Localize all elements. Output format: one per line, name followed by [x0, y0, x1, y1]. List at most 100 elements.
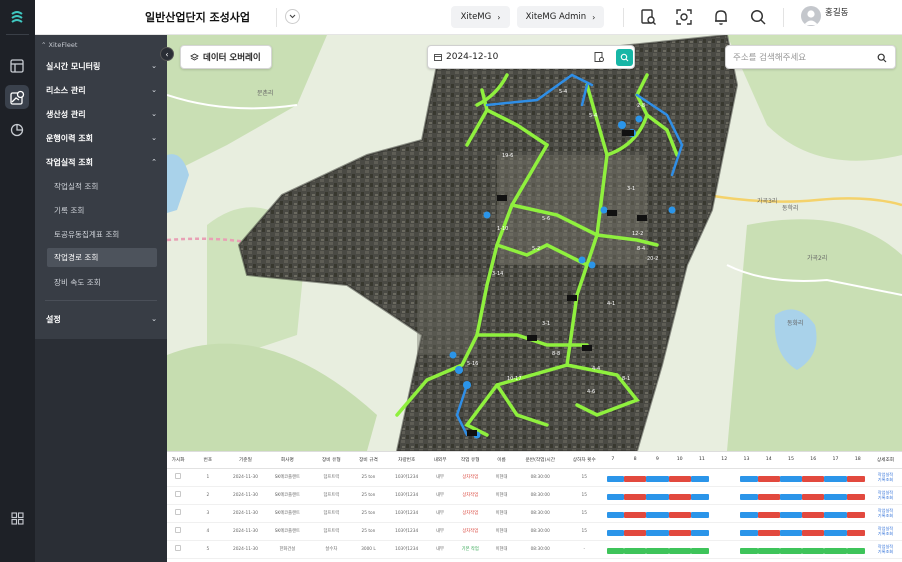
scan-icon[interactable]	[675, 8, 693, 26]
place-label: 동학리	[782, 204, 799, 212]
submenu-label: 기록 조회	[54, 205, 85, 215]
column-header[interactable]: 운반(작업)시간	[513, 452, 567, 469]
project-dropdown-button[interactable]	[285, 9, 300, 24]
timeline-segment	[646, 511, 669, 518]
sidebar-collapse-button[interactable]: ‹	[160, 47, 174, 61]
timeline-cell	[601, 504, 625, 523]
route-label: 5-16	[467, 361, 478, 367]
date-search-button[interactable]	[616, 49, 633, 66]
map-route-icon[interactable]	[5, 85, 29, 109]
sidebar-item-history[interactable]: 운행이력 조회 ⌄	[35, 126, 167, 150]
column-header[interactable]: 장비 규격	[352, 452, 385, 469]
search-icon[interactable]	[877, 53, 887, 63]
column-header: 상세조회	[868, 452, 902, 469]
table-cell-spec: 25 ton	[352, 468, 385, 487]
timeline-cell	[824, 504, 847, 523]
column-header[interactable]: 이름	[489, 452, 514, 469]
sidebar-item-productivity[interactable]: 생산성 관리 ⌄	[35, 102, 167, 126]
detail-link[interactable]: 기록조회	[869, 513, 902, 518]
divider	[45, 300, 157, 301]
table-cell-work: 상차작업	[451, 522, 490, 541]
table-cell-company: SK에코플랜트	[264, 468, 311, 487]
timeline-cell	[713, 486, 736, 505]
column-header[interactable]: 번호	[189, 452, 227, 469]
timeline-cell	[824, 486, 847, 505]
sidebar-item-performance[interactable]: 작업실적 조회 ⌃	[35, 150, 167, 174]
map-view[interactable]: 문촌리 가곡3리 동학리 가곡2리 동화리 5-4 2-8 19-6 1-10 …	[167, 35, 902, 451]
visibility-checkbox[interactable]	[175, 491, 182, 497]
table-row[interactable]: 3 2024-11-30 SK에코플랜트 덤프트럭 25 ton 103아1234 내부 상차…	[167, 504, 902, 523]
xitemg-button[interactable]: XiteMG ›	[451, 6, 510, 28]
pie-chart-icon[interactable]	[5, 118, 29, 142]
table-cell-no: 2	[189, 486, 227, 505]
table-cell-date: 2024-11-30	[226, 504, 265, 523]
bell-icon[interactable]	[712, 8, 730, 26]
visibility-checkbox[interactable]	[175, 473, 182, 479]
search-icon	[620, 53, 629, 62]
report-search-icon[interactable]	[593, 51, 606, 64]
place-label: 동화리	[787, 319, 804, 327]
visible-cell	[167, 468, 190, 487]
divider	[783, 8, 784, 27]
visibility-checkbox[interactable]	[175, 509, 182, 515]
detail-link[interactable]: 기록조회	[869, 477, 902, 482]
route-label: 1-10	[497, 226, 508, 232]
timeline-cell	[824, 540, 847, 559]
table-row[interactable]: 1 2024-11-30 SK에코플랜트 덤프트럭 25 ton 103아1234 내부 상차…	[167, 468, 902, 487]
sidebar-item-resources[interactable]: 리소스 관리 ⌄	[35, 78, 167, 102]
visibility-checkbox[interactable]	[175, 527, 182, 533]
chevron-down-icon: ⌄	[151, 62, 157, 70]
user-name[interactable]: 홍길동	[825, 6, 848, 18]
table-cell-no: 3	[189, 504, 227, 523]
column-header[interactable]: 장비 유형	[310, 452, 353, 469]
hour-header: 12	[713, 452, 736, 469]
timeline-segment	[740, 493, 758, 500]
breadcrumb: ⌃ XiteFleet	[41, 41, 78, 49]
timeline-cell	[624, 504, 647, 523]
visibility-checkbox[interactable]	[175, 545, 182, 551]
divider	[623, 8, 624, 27]
table-cell-date: 2024-11-30	[226, 468, 265, 487]
data-overlay-button[interactable]: 데이터 오버레이	[180, 45, 272, 69]
address-search-input[interactable]	[733, 50, 873, 65]
table-row[interactable]: 2 2024-11-30 SK에코플랜트 덤프트럭 25 ton 103아1234 내부 상차…	[167, 486, 902, 505]
sidebar-item-settings[interactable]: 설정 ⌄	[35, 307, 167, 331]
date-picker[interactable]: 2024-12-10	[427, 45, 635, 69]
dashboard-icon[interactable]	[5, 54, 29, 78]
column-header: 가시화	[167, 452, 190, 469]
submenu-item-speed[interactable]: 장비 속도 조회	[35, 270, 167, 294]
table-cell-count: 15	[566, 486, 602, 505]
detail-link[interactable]: 기록조회	[869, 531, 902, 536]
submenu-item-performance[interactable]: 작업실적 조회	[35, 174, 167, 198]
table-cell-date: 2024-11-30	[226, 486, 265, 505]
app-logo-icon[interactable]	[5, 5, 29, 29]
report-search-icon[interactable]	[639, 8, 657, 26]
table-cell-spec: 25 ton	[352, 504, 385, 523]
detail-link[interactable]: 기록조회	[869, 549, 902, 554]
detail-link[interactable]: 기록조회	[869, 495, 902, 500]
table-row[interactable]: 4 2024-11-30 SK에코플랜트 덤프트럭 25 ton 103아1234 내부 상차…	[167, 522, 902, 541]
table-cell-inout: 내부	[428, 504, 452, 523]
column-header[interactable]: 상하차 횟수	[566, 452, 602, 469]
submenu-item-earthwork[interactable]: 토공유동집계표 조회	[35, 222, 167, 246]
submenu-item-work-route[interactable]: 작업경로 조회	[47, 248, 157, 267]
search-icon[interactable]	[749, 8, 767, 26]
detail-cell: 작업실적 기록조회	[868, 540, 902, 559]
route-label: 20-2	[647, 256, 658, 262]
address-search[interactable]	[725, 45, 896, 69]
apps-grid-icon[interactable]	[5, 506, 29, 530]
table-row[interactable]: 5 2024-11-30 한화건설 살수차 3000 L 103아1234 내부 기본 작업 이…	[167, 540, 902, 559]
timeline-segment	[646, 547, 669, 554]
submenu-label: 토공유동집계표 조회	[54, 229, 120, 239]
timeline-segment	[740, 529, 758, 536]
submenu-item-records[interactable]: 기록 조회	[35, 198, 167, 222]
chevron-down-icon	[289, 14, 296, 19]
table-cell-type: 덤프트럭	[310, 504, 353, 523]
route-label: 5-6	[542, 216, 550, 222]
xitemg-admin-button[interactable]: XiteMG Admin ›	[517, 6, 604, 28]
column-header[interactable]: 회사명	[264, 452, 311, 469]
avatar[interactable]	[801, 6, 821, 26]
route-label: 8-4	[637, 246, 645, 252]
calendar-icon	[434, 54, 442, 61]
sidebar-item-realtime[interactable]: 실시간 모니터링 ⌄	[35, 54, 167, 78]
